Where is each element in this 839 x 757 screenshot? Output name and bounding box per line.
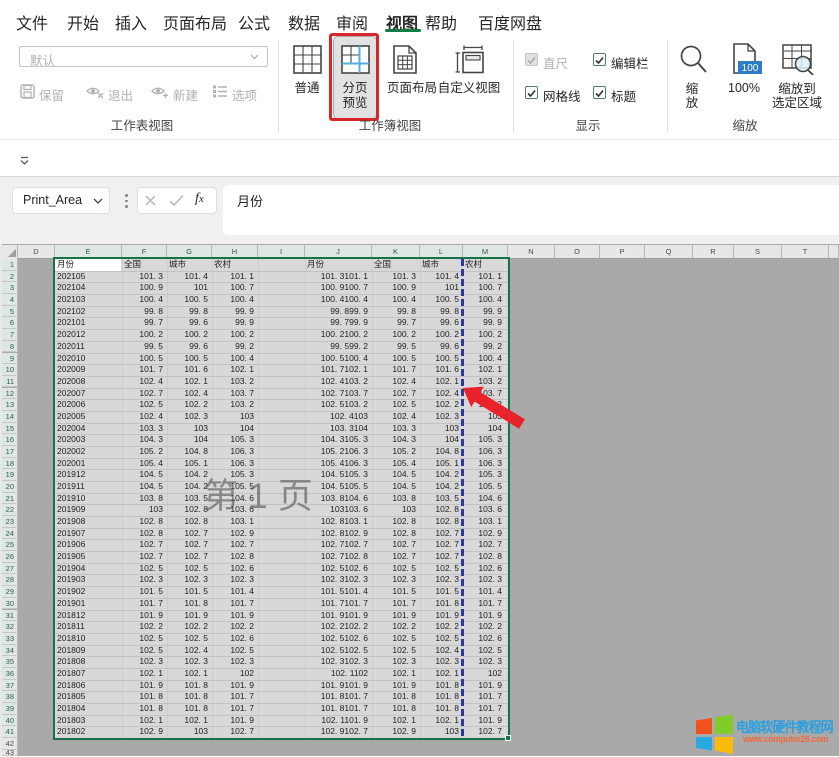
svg-text:100: 100 — [742, 63, 759, 74]
